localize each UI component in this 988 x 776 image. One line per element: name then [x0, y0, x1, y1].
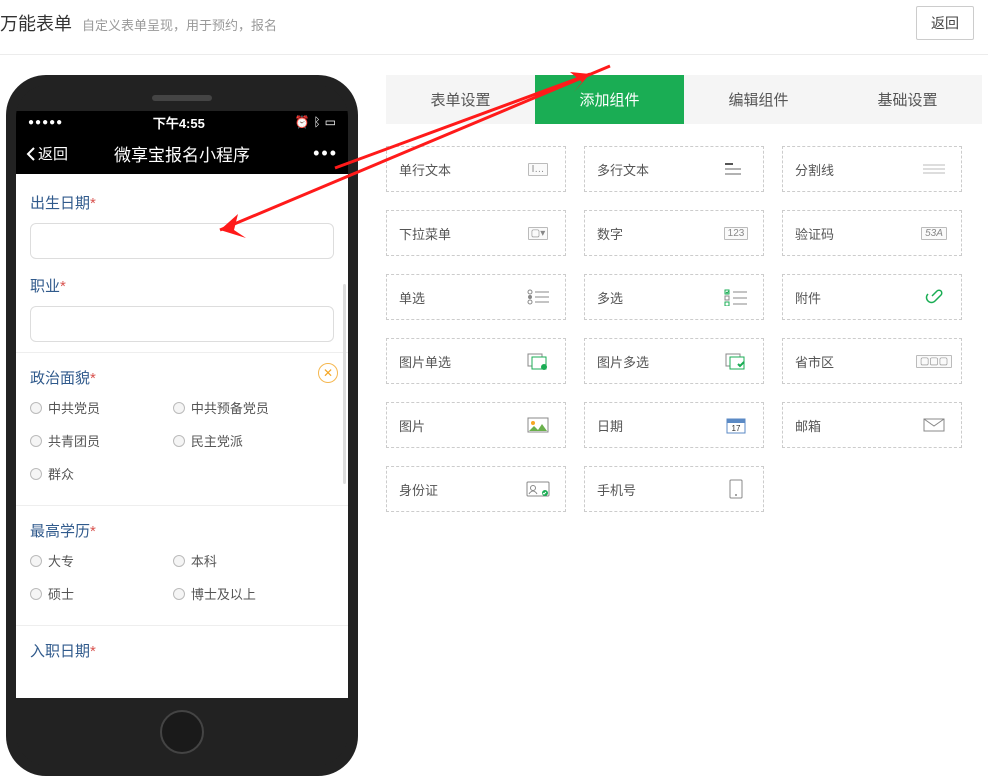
field-label-birth: 出生日期*	[30, 192, 334, 213]
component-label: 分割线	[795, 160, 834, 179]
mobile-icon	[721, 480, 751, 498]
tab-basic-settings[interactable]: 基础设置	[833, 75, 982, 124]
attachment-icon	[919, 288, 949, 306]
component-label: 图片单选	[399, 352, 451, 371]
checkbox-icon	[721, 288, 751, 306]
component-label: 省市区	[795, 352, 834, 371]
component-label: 单行文本	[399, 160, 451, 179]
component-label: 身份证	[399, 480, 438, 499]
battery-icon: ▭	[325, 115, 336, 129]
field-label-entry: 入职日期*	[30, 640, 334, 661]
date-icon: 17	[721, 416, 751, 434]
home-button[interactable]	[160, 710, 204, 754]
right-panel: 表单设置 添加组件 编辑组件 基础设置 单行文本 I… 多行文本 分割线下拉菜单 ▢▾ 数…	[386, 75, 982, 776]
page-title: 万能表单	[0, 10, 72, 36]
radio-option[interactable]: 中共党员	[30, 398, 173, 417]
component-label: 多选	[597, 288, 623, 307]
phone-content: 出生日期* 职业* ✕ 政治面貌* 中共党员 中共预备党员 共青团员 民主党派	[16, 174, 348, 698]
tab-add-component[interactable]: 添加组件	[535, 75, 684, 124]
phone-status-bar: ●●●●● 下午4:55 ⏰ ᛒ ▭	[16, 111, 348, 133]
radio-option[interactable]: 民主党派	[173, 431, 316, 450]
component-grid: 单行文本 I… 多行文本 分割线下拉菜单 ▢▾ 数字 123 验证码 53A 单选 多选 附件图片单选…	[386, 124, 982, 534]
page-subtitle: 自定义表单呈现，用于预约，报名	[82, 15, 277, 34]
radio-option[interactable]: 共青团员	[30, 431, 173, 450]
radio-option[interactable]: 中共预备党员	[173, 398, 316, 417]
nav-back-button[interactable]: 返回	[26, 143, 68, 164]
component-email[interactable]: 邮箱	[782, 402, 962, 448]
radio-option[interactable]: 大专	[30, 551, 173, 570]
component-checkbox[interactable]: 多选	[584, 274, 764, 320]
component-label: 图片	[399, 416, 425, 435]
svg-text:17: 17	[732, 424, 741, 433]
phone-nav-bar: 返回 微享宝报名小程序 •••	[16, 133, 348, 174]
component-label: 图片多选	[597, 352, 649, 371]
status-time: 下午4:55	[153, 113, 205, 132]
political-radio-group: 中共党员 中共预备党员 共青团员 民主党派 群众	[30, 398, 334, 497]
radio-option[interactable]: 博士及以上	[173, 584, 316, 603]
field-label-edu: 最高学历*	[30, 520, 334, 541]
radio-option[interactable]: 硕士	[30, 584, 173, 603]
close-icon[interactable]: ✕	[318, 363, 338, 383]
component-label: 数字	[597, 224, 623, 243]
component-captcha[interactable]: 验证码 53A	[782, 210, 962, 256]
component-radio[interactable]: 单选	[386, 274, 566, 320]
component-image-radio[interactable]: 图片单选	[386, 338, 566, 384]
tab-bar: 表单设置 添加组件 编辑组件 基础设置	[386, 75, 982, 124]
signal-dots-icon: ●●●●●	[28, 117, 63, 128]
image-radio-icon	[523, 352, 553, 370]
component-text-input[interactable]: 单行文本 I…	[386, 146, 566, 192]
component-label: 手机号	[597, 480, 636, 499]
component-date[interactable]: 日期 17	[584, 402, 764, 448]
phone-mockup: ●●●●● 下午4:55 ⏰ ᛒ ▭ 返回 微享宝报名小程序 •••	[6, 75, 358, 776]
header-divider	[0, 54, 988, 55]
tab-form-settings[interactable]: 表单设置	[386, 75, 535, 124]
alarm-icon: ⏰	[294, 115, 309, 129]
component-attachment[interactable]: 附件	[782, 274, 962, 320]
text-input-icon: I…	[523, 160, 553, 178]
component-label: 下拉菜单	[399, 224, 451, 243]
component-multiline[interactable]: 多行文本	[584, 146, 764, 192]
chevron-left-icon	[26, 146, 36, 162]
number-icon: 123	[721, 224, 751, 242]
dropdown-icon: ▢▾	[523, 224, 553, 242]
component-number[interactable]: 数字 123	[584, 210, 764, 256]
component-label: 单选	[399, 288, 425, 307]
birth-input[interactable]	[30, 223, 334, 259]
component-label: 附件	[795, 288, 821, 307]
component-region[interactable]: 省市区 ▢▢▢	[782, 338, 962, 384]
image-icon	[523, 416, 553, 434]
component-label: 日期	[597, 416, 623, 435]
image-check-icon	[721, 352, 751, 370]
idcard-icon	[523, 480, 553, 498]
component-image-check[interactable]: 图片多选	[584, 338, 764, 384]
component-mobile[interactable]: 手机号	[584, 466, 764, 512]
nav-more-icon[interactable]: •••	[313, 143, 338, 164]
radio-option[interactable]: 群众	[30, 464, 173, 483]
component-dropdown[interactable]: 下拉菜单 ▢▾	[386, 210, 566, 256]
radio-icon	[523, 288, 553, 306]
component-label: 多行文本	[597, 160, 649, 179]
field-label-job: 职业*	[30, 275, 334, 296]
component-label: 邮箱	[795, 416, 821, 435]
page-header: 万能表单 自定义表单呈现，用于预约，报名 返回	[0, 0, 988, 54]
field-label-political: 政治面貌*	[30, 367, 334, 388]
component-divider[interactable]: 分割线	[782, 146, 962, 192]
captcha-icon: 53A	[919, 224, 949, 242]
multiline-icon	[721, 160, 751, 178]
edu-radio-group: 大专 本科 硕士 博士及以上	[30, 551, 334, 617]
component-idcard[interactable]: 身份证	[386, 466, 566, 512]
nav-back-label: 返回	[38, 143, 68, 164]
job-input[interactable]	[30, 306, 334, 342]
bluetooth-icon: ᛒ	[313, 115, 320, 129]
return-button[interactable]: 返回	[916, 6, 974, 40]
region-icon: ▢▢▢	[919, 352, 949, 370]
phone-speaker	[152, 95, 212, 101]
component-label: 验证码	[795, 224, 834, 243]
tab-edit-component[interactable]: 编辑组件	[684, 75, 833, 124]
component-image[interactable]: 图片	[386, 402, 566, 448]
divider-icon	[919, 160, 949, 178]
radio-option[interactable]: 本科	[173, 551, 316, 570]
email-icon	[919, 416, 949, 434]
